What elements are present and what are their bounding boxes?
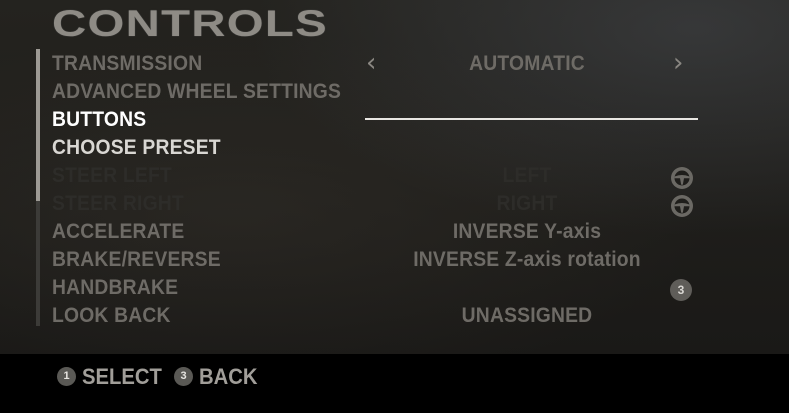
brake-reverse-value: INVERSE Z-axis rotation <box>413 248 641 271</box>
steering-wheel-icon <box>671 195 693 217</box>
steering-wheel-icon <box>671 167 693 189</box>
menu-item-look-back[interactable]: LOOK BACK <box>52 304 171 328</box>
button-1-badge: 1 <box>57 367 76 386</box>
menu-item-brake-reverse[interactable]: BRAKE/REVERSE <box>52 248 221 272</box>
selection-underline <box>365 118 698 120</box>
menu-item-choose-preset[interactable]: CHOOSE PRESET <box>52 136 221 160</box>
menu-item-transmission[interactable]: TRANSMISSION <box>52 52 202 76</box>
scrollbar-thumb[interactable] <box>36 49 40 201</box>
chevron-right-icon[interactable]: › <box>673 50 683 76</box>
menu-item-buttons[interactable]: BUTTONS <box>52 108 146 132</box>
steer-left-value: LEFT <box>502 164 552 187</box>
select-hint[interactable]: SELECT <box>82 364 162 390</box>
menu-item-steer-left: STEER LEFT <box>52 164 172 187</box>
button-3-badge: 3 <box>174 367 193 386</box>
look-back-value: UNASSIGNED <box>461 304 593 327</box>
transmission-value: AUTOMATIC <box>469 52 585 75</box>
back-hint[interactable]: BACK <box>199 364 257 390</box>
accelerate-value: INVERSE Y-axis <box>452 220 602 243</box>
steer-right-value: RIGHT <box>496 192 558 215</box>
menu-item-advanced-wheel-settings[interactable]: ADVANCED WHEEL SETTINGS <box>52 80 341 104</box>
page-title: CONTROLS <box>52 3 328 44</box>
chevron-left-icon[interactable]: ‹ <box>366 50 376 76</box>
menu-item-steer-right: STEER RIGHT <box>52 192 184 215</box>
menu-item-handbrake[interactable]: HANDBRAKE <box>52 276 178 300</box>
button-3-badge: 3 <box>670 279 692 301</box>
menu-item-accelerate[interactable]: ACCELERATE <box>52 220 184 244</box>
